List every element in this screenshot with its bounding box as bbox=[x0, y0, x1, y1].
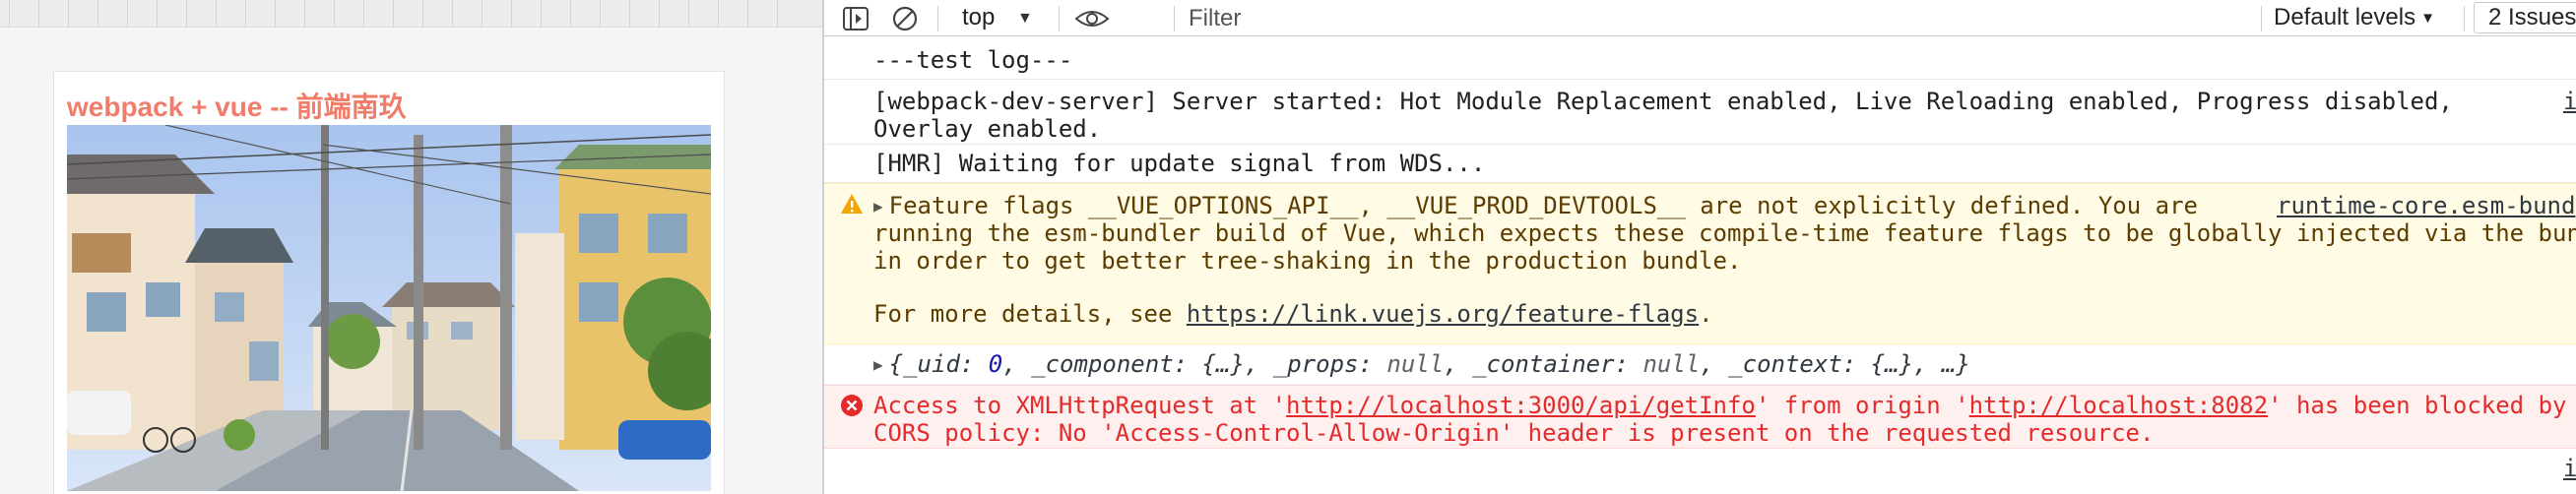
object-preview[interactable]: ▶ {_uid: 0, _component: {…}, _props: null… bbox=[873, 350, 1970, 381]
feature-flags-link[interactable]: https://link.vuejs.org/feature-flags bbox=[1187, 300, 1699, 328]
sidebar-toggle-icon[interactable] bbox=[841, 4, 870, 33]
error-icon bbox=[841, 395, 863, 416]
console-message-log: i bbox=[824, 449, 2576, 494]
street-photo bbox=[67, 125, 711, 491]
page-title: webpack + vue -- 前端南玖 bbox=[67, 92, 407, 122]
origin-url-link[interactable]: http://localhost:8082 bbox=[1969, 392, 2268, 419]
console-message-object[interactable]: ▶ {_uid: 0, _component: {…}, _props: null… bbox=[824, 344, 2576, 385]
console-message-log: ---test log--- bbox=[824, 37, 2576, 80]
request-url-link[interactable]: http://localhost:3000/api/getInfo bbox=[1286, 392, 1756, 419]
console-messages: ---test log--- [webpack-dev-server] Serv… bbox=[824, 37, 2576, 494]
warning-source-link[interactable]: runtime-core.esm-bund bbox=[2277, 192, 2575, 219]
console-message-error: Access to XMLHttpRequest at 'http://loca… bbox=[824, 385, 2576, 449]
log-text-continued: Overlay enabled. bbox=[873, 115, 1102, 143]
log-text: [HMR] Waiting for update signal from WDS… bbox=[873, 150, 1486, 177]
warning-icon bbox=[841, 194, 863, 214]
preview-top-strip bbox=[0, 0, 822, 28]
console-message-log: [HMR] Waiting for update signal from WDS… bbox=[824, 145, 2576, 183]
log-levels-dropdown[interactable]: Default levels ▼ bbox=[2274, 4, 2435, 31]
log-text: ---test log--- bbox=[873, 46, 1073, 74]
warning-line-1[interactable]: ▶ Feature flags __VUE_OPTIONS_API__, __VU… bbox=[873, 192, 2198, 222]
console-message-warning: ▶ Feature flags __VUE_OPTIONS_API__, __VU… bbox=[824, 183, 2576, 344]
chevron-down-icon: ▼ bbox=[2420, 10, 2435, 27]
console-toolbar: top ▼ Default levels▼ 2 Issues bbox=[824, 0, 2576, 36]
expand-triangle-icon[interactable]: ▶ bbox=[873, 193, 883, 220]
devtools-panel: top ▼ Default levels▼ 2 Issues ---test l… bbox=[822, 0, 2576, 494]
log-text: [webpack-dev-server] Server started: Hot… bbox=[873, 88, 2453, 115]
warning-line-3: in order to get better tree-shaking in t… bbox=[873, 247, 1742, 275]
eye-icon[interactable] bbox=[1073, 4, 1111, 33]
context-label: top bbox=[962, 4, 996, 31]
chevron-down-icon: ▼ bbox=[1017, 10, 1033, 27]
content-card: webpack + vue -- 前端南玖 bbox=[53, 71, 725, 494]
expand-triangle-icon[interactable]: ▶ bbox=[873, 351, 883, 379]
source-link[interactable]: i bbox=[2563, 455, 2576, 482]
console-message-log: [webpack-dev-server] Server started: Hot… bbox=[824, 80, 2576, 145]
source-link[interactable]: i bbox=[2563, 88, 2576, 115]
warning-line-2: running the esm-bundler build of Vue, wh… bbox=[873, 219, 2576, 247]
filter-input[interactable] bbox=[1189, 2, 2291, 34]
issues-button[interactable]: 2 Issues bbox=[2474, 2, 2576, 33]
page-preview-pane: webpack + vue -- 前端南玖 bbox=[0, 0, 822, 494]
levels-label: Default levels bbox=[2274, 4, 2416, 31]
warning-line-4: For more details, see https://link.vuejs… bbox=[873, 300, 1713, 328]
error-line-2: CORS policy: No 'Access-Control-Allow-Or… bbox=[873, 419, 2155, 447]
error-line-1: Access to XMLHttpRequest at 'http://loca… bbox=[873, 392, 2567, 419]
clear-console-icon[interactable] bbox=[890, 4, 920, 33]
